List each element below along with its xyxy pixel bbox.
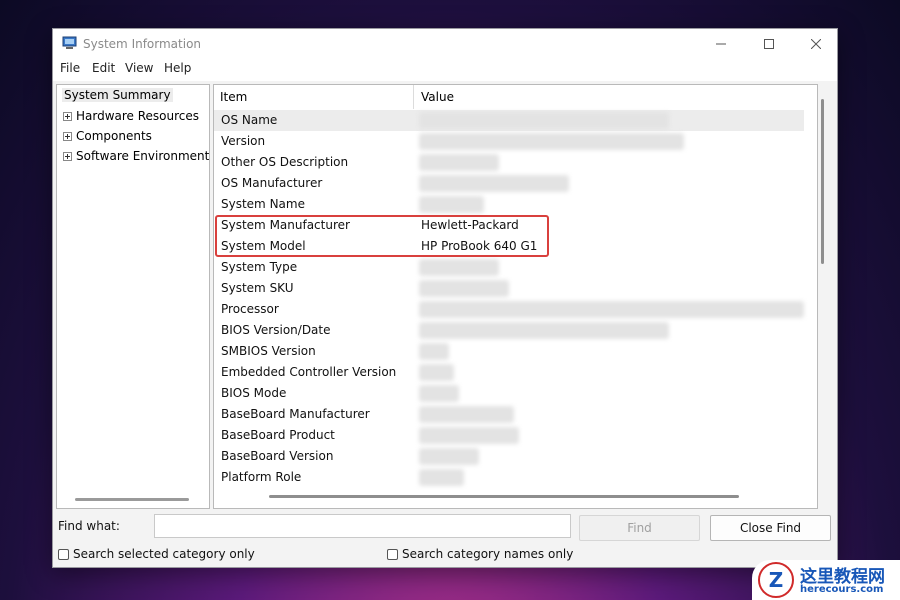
close-find-button[interactable]: Close Find xyxy=(710,515,831,541)
menu-view[interactable]: View xyxy=(125,61,153,75)
row-item: SMBIOS Version xyxy=(221,344,316,358)
table-row[interactable]: Platform Role xyxy=(214,467,804,488)
redacted-value xyxy=(419,112,669,129)
redacted-value xyxy=(419,259,499,276)
row-item: BaseBoard Manufacturer xyxy=(221,407,370,421)
checkbox-label: Search category names only xyxy=(402,547,574,561)
watermark-logo-icon: Z xyxy=(758,562,794,598)
table-row[interactable]: Processor xyxy=(214,299,804,320)
search-selected-category-checkbox[interactable]: Search selected category only xyxy=(58,547,255,561)
checkbox-box[interactable] xyxy=(58,548,69,560)
column-header-item[interactable]: Item xyxy=(214,85,414,109)
column-header-value[interactable]: Value xyxy=(415,85,815,109)
find-what-label: Find what: xyxy=(58,519,120,533)
table-row[interactable]: Embedded Controller Version xyxy=(214,362,804,383)
highlight-box xyxy=(215,215,549,257)
redacted-value xyxy=(419,322,669,339)
table-row[interactable]: System SKU xyxy=(214,278,804,299)
redacted-value xyxy=(419,175,569,192)
redacted-value xyxy=(419,427,519,444)
vertical-scrollbar[interactable] xyxy=(821,99,824,264)
row-item: System Type xyxy=(221,260,298,274)
search-category-names-checkbox[interactable]: Search category names only xyxy=(387,547,573,561)
category-tree: System Summary Hardware Resources Compon… xyxy=(56,84,210,509)
row-item: Processor xyxy=(221,302,279,316)
watermark-url: herecours.com xyxy=(800,584,884,595)
tree-item-label: Software Environment xyxy=(76,149,210,163)
table-row[interactable]: System Name xyxy=(214,194,804,215)
tree-horizontal-scrollbar[interactable] xyxy=(75,498,189,501)
table-row[interactable]: BaseBoard Manufacturer xyxy=(214,404,804,425)
menu-bar: File Edit View Help xyxy=(53,59,837,81)
close-button[interactable] xyxy=(793,29,839,59)
table-row[interactable]: OS Manufacturer xyxy=(214,173,804,194)
redacted-value xyxy=(419,448,479,465)
redacted-value xyxy=(419,301,804,318)
row-item: System SKU xyxy=(221,281,294,295)
find-button[interactable]: Find xyxy=(579,515,700,541)
row-item: OS Manufacturer xyxy=(221,176,323,190)
row-item: BaseBoard Version xyxy=(221,449,334,463)
checkbox-box[interactable] xyxy=(387,548,398,560)
redacted-value xyxy=(419,343,449,360)
redacted-value xyxy=(419,406,514,423)
redacted-value xyxy=(419,280,509,297)
close-icon xyxy=(811,39,821,49)
tree-item-label: Hardware Resources xyxy=(76,109,200,123)
tree-item-components[interactable]: Components xyxy=(63,129,152,143)
table-row[interactable]: Version xyxy=(214,131,804,152)
checkbox-label: Search selected category only xyxy=(73,547,255,561)
redacted-value xyxy=(419,385,459,402)
tree-item-system-summary[interactable]: System Summary xyxy=(62,88,173,102)
maximize-button[interactable] xyxy=(746,29,792,59)
redacted-value xyxy=(419,154,499,171)
tree-item-software-environment[interactable]: Software Environment xyxy=(63,149,209,163)
table-row[interactable]: System Type xyxy=(214,257,804,278)
row-item: Embedded Controller Version xyxy=(221,365,397,379)
row-item: Platform Role xyxy=(221,470,302,484)
row-item: System Name xyxy=(221,197,305,211)
redacted-value xyxy=(419,364,454,381)
title-bar[interactable]: System Information xyxy=(53,29,837,59)
row-item: Other OS Description xyxy=(221,155,349,169)
row-item: OS Name xyxy=(221,113,278,127)
row-item: BIOS Version/Date xyxy=(221,323,331,337)
table-row[interactable]: SMBIOS Version xyxy=(214,341,804,362)
table-row[interactable]: OS Name xyxy=(214,110,804,131)
maximize-icon xyxy=(764,39,774,49)
menu-file[interactable]: File xyxy=(60,61,80,75)
expand-icon[interactable] xyxy=(63,131,72,141)
expand-icon[interactable] xyxy=(63,151,72,161)
table-row[interactable]: BIOS Version/Date xyxy=(214,320,804,341)
row-item: Version xyxy=(221,134,266,148)
row-item: BIOS Mode xyxy=(221,386,287,400)
system-information-app-icon xyxy=(62,36,77,49)
redacted-value xyxy=(419,196,484,213)
minimize-icon xyxy=(716,43,726,45)
watermark: Z 这里教程网 herecours.com xyxy=(752,560,900,600)
table-row[interactable]: BaseBoard Product xyxy=(214,425,804,446)
window-title: System Information xyxy=(83,37,202,51)
tree-item-hardware-resources[interactable]: Hardware Resources xyxy=(63,109,199,123)
redacted-value xyxy=(419,469,464,486)
table-row[interactable]: BIOS Mode xyxy=(214,383,804,404)
redacted-value xyxy=(419,133,684,150)
minimize-button[interactable] xyxy=(698,29,744,59)
find-what-input[interactable] xyxy=(154,514,571,538)
tree-item-label: Components xyxy=(76,129,152,143)
menu-help[interactable]: Help xyxy=(164,61,191,75)
details-grid: Item Value OS Name Version Other OS Desc… xyxy=(213,84,818,509)
table-row[interactable]: Other OS Description xyxy=(214,152,804,173)
row-item: BaseBoard Product xyxy=(221,428,335,442)
table-row[interactable]: BaseBoard Version xyxy=(214,446,804,467)
horizontal-scrollbar[interactable] xyxy=(269,495,739,498)
menu-edit[interactable]: Edit xyxy=(92,61,115,75)
system-information-window: System Information File Edit View Help S… xyxy=(52,28,838,568)
expand-icon[interactable] xyxy=(63,111,72,121)
